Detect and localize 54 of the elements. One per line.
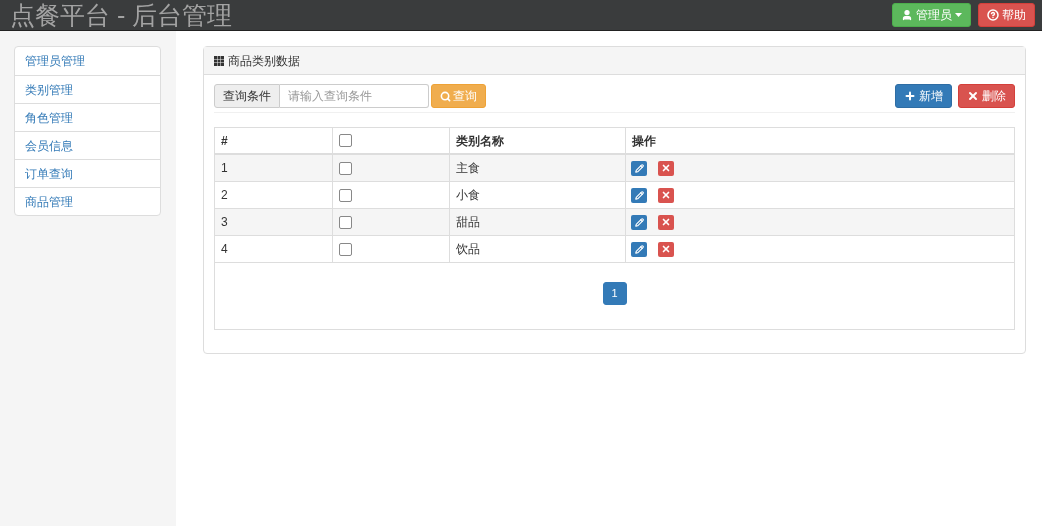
edit-button[interactable] xyxy=(631,160,647,176)
remove-button[interactable] xyxy=(658,241,674,257)
table-cell-text: 3 xyxy=(221,214,228,231)
edit-button[interactable] xyxy=(631,214,647,230)
close-icon xyxy=(967,90,979,102)
remove-button[interactable] xyxy=(658,160,674,176)
search-label: 查询条件 xyxy=(214,84,280,108)
edit-button[interactable] xyxy=(631,187,647,203)
help-button[interactable]: 帮助 xyxy=(978,3,1035,27)
pencil-icon xyxy=(634,163,644,173)
checkbox[interactable] xyxy=(339,242,352,256)
checkbox[interactable] xyxy=(339,161,352,175)
sidebar-item[interactable]: 类别管理 xyxy=(15,75,160,103)
checkbox[interactable] xyxy=(339,188,352,202)
search-field[interactable]: 请输入查询条件 xyxy=(280,84,429,108)
panel-title: 商品类别数据 xyxy=(228,52,300,70)
user-icon xyxy=(901,9,913,21)
sidebar-item[interactable]: 商品管理 xyxy=(15,187,160,215)
close-icon xyxy=(661,163,671,173)
remove-button[interactable] xyxy=(658,187,674,203)
close-icon xyxy=(661,217,671,227)
sidebar-item[interactable]: 订单查询 xyxy=(15,159,160,187)
table-cell-text: 2 xyxy=(221,187,228,204)
column-header: # xyxy=(221,132,228,150)
sidebar-item[interactable]: 角色管理 xyxy=(15,103,160,131)
delete-button[interactable]: 删除 xyxy=(958,84,1015,108)
table-cell-text: 小食 xyxy=(456,187,480,204)
pencil-icon xyxy=(634,244,644,254)
pencil-icon xyxy=(634,217,644,227)
checkbox[interactable] xyxy=(339,134,352,147)
table-cell-text: 1 xyxy=(221,160,228,177)
sidebar-item[interactable]: 管理员管理 xyxy=(15,47,160,75)
table-cell-text: 主食 xyxy=(456,160,480,177)
column-header: 操作 xyxy=(632,132,656,150)
plus-icon xyxy=(904,90,916,102)
user-menu-button[interactable]: 管理员 xyxy=(892,3,971,27)
add-button[interactable]: 新增 xyxy=(895,84,952,108)
checkbox[interactable] xyxy=(339,215,352,229)
close-icon xyxy=(661,244,671,254)
close-icon xyxy=(661,190,671,200)
pencil-icon xyxy=(634,190,644,200)
grid-icon xyxy=(214,55,224,66)
edit-button[interactable] xyxy=(631,241,647,257)
app-title: 点餐平台 - 后台管理 xyxy=(10,2,233,28)
page-button[interactable]: 1 xyxy=(602,282,627,305)
search-icon xyxy=(440,90,451,102)
sidebar-item[interactable]: 会员信息 xyxy=(15,131,160,159)
caret-icon xyxy=(955,13,962,17)
table-cell-text: 饮品 xyxy=(456,241,480,258)
column-header: 类别名称 xyxy=(456,132,504,150)
remove-button[interactable] xyxy=(658,214,674,230)
table-cell-text: 甜品 xyxy=(456,214,480,231)
table-cell-text: 4 xyxy=(221,241,228,258)
help-icon xyxy=(987,9,999,21)
